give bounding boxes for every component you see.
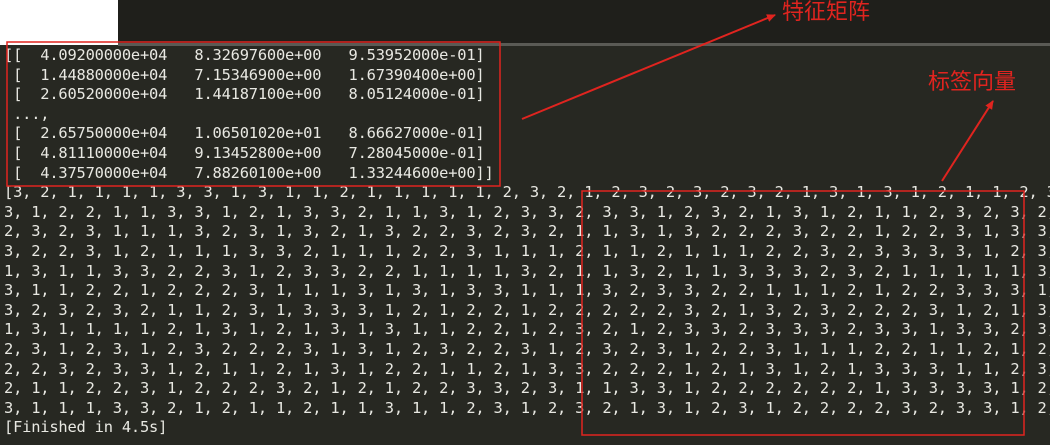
label-line-7: 3, 2, 3, 2, 3, 2, 1, 1, 2, 3, 1, 3, 3, 3… <box>4 300 1050 319</box>
feature-row-4: [ 2.65750000e+04 1.06501020e+01 8.666270… <box>4 124 485 143</box>
feature-row-1: [[ 4.09200000e+04 8.32697600e+00 9.53952… <box>4 46 485 64</box>
label-line-3: 2, 3, 2, 3, 1, 1, 1, 3, 2, 3, 1, 3, 2, 1… <box>4 222 1050 241</box>
label-line-12: 3, 1, 1, 1, 3, 3, 2, 1, 2, 1, 1, 2, 1, 1… <box>4 398 1050 417</box>
label-line-11: 2, 1, 1, 2, 2, 3, 1, 2, 2, 2, 3, 2, 1, 2… <box>4 379 1050 398</box>
feature-ellipsis: ..., <box>4 104 50 123</box>
label-vector-label: 标签向量 <box>928 70 1017 95</box>
feature-matrix-label: 特征矩阵 <box>782 0 871 25</box>
label-line-6: 3, 1, 1, 2, 2, 1, 2, 2, 2, 3, 1, 1, 1, 3… <box>4 281 1050 300</box>
label-line-4: 3, 2, 2, 3, 1, 2, 1, 1, 1, 3, 3, 2, 1, 1… <box>4 241 1050 260</box>
label-line-10: 2, 2, 3, 2, 3, 3, 1, 2, 1, 1, 2, 1, 3, 1… <box>4 359 1050 378</box>
label-line-5: 1, 3, 1, 1, 3, 3, 2, 2, 3, 1, 2, 3, 3, 2… <box>4 261 1050 280</box>
feature-row-2: [ 1.44880000e+04 7.15346900e+00 1.673904… <box>4 65 485 84</box>
label-line-1: [3, 2, 1, 1, 1, 1, 3, 3, 1, 3, 1, 1, 2, … <box>4 183 1050 202</box>
feature-row-3: [ 2.60520000e+04 1.44187100e+00 8.051240… <box>4 85 485 104</box>
finished-status: [Finished in 4.5s] <box>4 418 168 437</box>
feature-row-6: [ 4.37570000e+04 7.88260100e+00 1.332446… <box>4 163 494 182</box>
build-output-console: [[ 4.09200000e+04 8.32697600e+00 9.53952… <box>4 46 1050 442</box>
feature-row-5: [ 4.81110000e+04 9.13452800e+00 7.280450… <box>4 143 485 162</box>
editor-tab-bar <box>0 0 1050 45</box>
active-tab[interactable] <box>0 0 118 45</box>
label-line-8: 1, 3, 1, 1, 1, 1, 2, 1, 3, 1, 2, 1, 3, 1… <box>4 320 1050 339</box>
label-line-9: 2, 3, 1, 2, 3, 1, 2, 3, 2, 2, 2, 3, 1, 3… <box>4 339 1050 358</box>
label-line-2: 3, 1, 2, 2, 1, 1, 3, 3, 1, 2, 1, 3, 3, 2… <box>4 202 1050 221</box>
